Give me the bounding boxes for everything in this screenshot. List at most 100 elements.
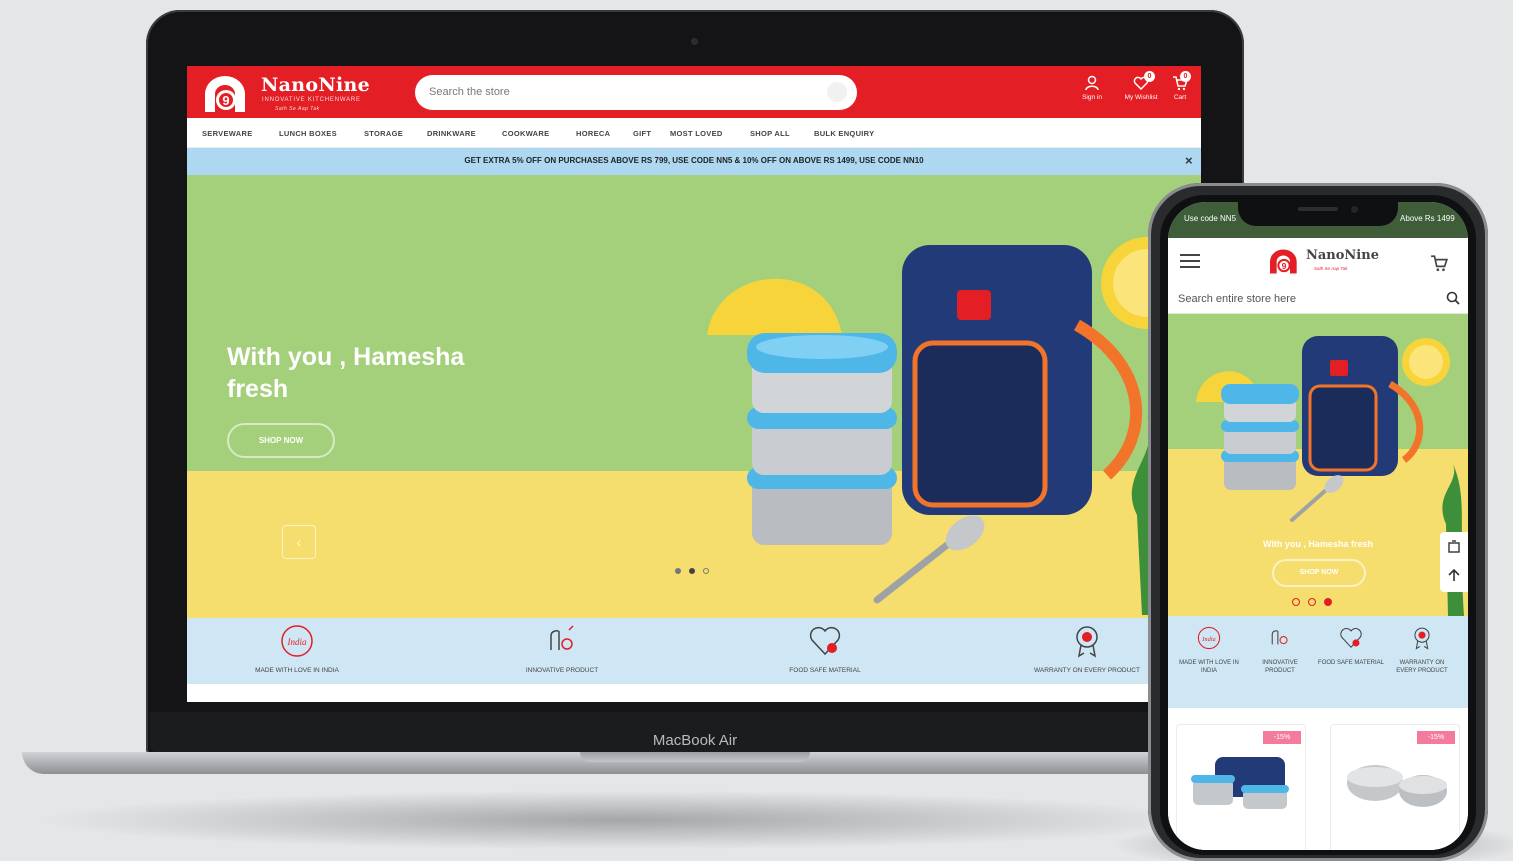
svg-text:9: 9 <box>222 93 229 108</box>
made-in-india-icon: India <box>1197 626 1221 650</box>
cart-count-badge: 0 <box>1180 71 1191 82</box>
phone-product-grid: -15% -15% <box>1168 708 1468 850</box>
phone-search-input[interactable]: Search entire store here <box>1168 282 1468 314</box>
innovative-product-icon <box>550 625 574 650</box>
phone-notch <box>1238 198 1398 226</box>
promo-banner: GET EXTRA 5% OFF ON PURCHASES ABOVE RS 7… <box>187 148 1201 175</box>
user-icon <box>1085 75 1099 91</box>
spoon <box>873 541 951 604</box>
nav-item-bulk-enquiry[interactable]: BULK ENQUIRY <box>814 129 874 138</box>
phone-status-right: Above Rs 1499 <box>1400 214 1455 223</box>
nav-item-shop-all[interactable]: SHOP ALL <box>750 129 790 138</box>
phone-logo-name[interactable]: NanoNine <box>1306 248 1379 263</box>
lemon-half <box>707 278 842 335</box>
phone-hero-shop-now-button[interactable]: SHOP NOW <box>1272 559 1366 587</box>
nav-item-drinkware[interactable]: DRINKWARE <box>427 129 476 138</box>
nav-item-cookware[interactable]: COOKWARE <box>502 129 549 138</box>
hero-title: With you , Hamesha fresh <box>227 343 465 403</box>
phone-header: 9 NanoNine Sath Se Aap Tak <box>1168 238 1468 282</box>
laptop-screen: 9 NanoNine INNOVATIVE KITCHENWARE Sath S… <box>187 66 1201 702</box>
page-bottom <box>187 684 1201 702</box>
wishlist-button[interactable]: My Wishlist <box>1121 75 1161 113</box>
hamburger-menu-icon[interactable] <box>1180 254 1200 272</box>
main-nav: SERVEWARE LUNCH BOXES STORAGE DRINKWARE … <box>187 118 1201 148</box>
svg-text:9: 9 <box>1282 261 1287 271</box>
laptop-base-notch <box>580 752 810 762</box>
laptop-camera <box>691 38 698 45</box>
nanonine-logo-icon[interactable]: 9 <box>1266 248 1302 275</box>
feature-item: FOOD SAFE MATERIAL <box>725 624 925 674</box>
wishlist-count-badge: 0 <box>1144 71 1155 82</box>
phone-screen: Use code NN5 Above Rs 1499 9 NanoNine Sa… <box>1168 202 1468 850</box>
cart-button[interactable]: Cart <box>1165 75 1195 113</box>
feature-label: MADE WITH LOVE IN INDIA <box>255 667 339 674</box>
warranty-badge-icon <box>1414 627 1430 650</box>
hero-slide-dot[interactable] <box>675 568 681 574</box>
hero-slide-dot[interactable] <box>703 568 709 574</box>
phone-hero-title: With you , Hamesha fresh <box>1263 539 1373 549</box>
phone-features-strip: India MADE WITH LOVE IN INDIA INNOVATIVE… <box>1168 616 1468 708</box>
cart-icon[interactable] <box>1430 254 1448 272</box>
innovative-product-icon <box>1271 630 1288 645</box>
laptop-brand-label: MacBook Air <box>652 732 738 749</box>
nav-item-most-loved[interactable]: MOST LOVED <box>670 129 723 138</box>
made-in-india-icon: India <box>281 625 313 657</box>
hero-banner: With you , Hamesha fresh SHOP NOW ‹ <box>187 175 1201 618</box>
site-header: 9 NanoNine INNOVATIVE KITCHENWARE Sath S… <box>187 66 1201 118</box>
nav-item-serveware[interactable]: SERVEWARE <box>202 129 253 138</box>
scroll-top-icon[interactable] <box>1447 568 1461 582</box>
promo-close-button[interactable]: × <box>1185 153 1193 168</box>
sign-in-button[interactable]: Sign in <box>1077 75 1107 113</box>
warranty-badge-icon <box>1076 626 1098 658</box>
phone-slide-dot[interactable] <box>1292 598 1300 606</box>
feature-label: INNOVATIVE PRODUCT <box>525 667 599 674</box>
hero-slide-dot-active[interactable] <box>689 568 695 574</box>
logo-name[interactable]: NanoNine <box>261 74 370 96</box>
phone-front-camera <box>1351 206 1358 213</box>
nav-item-storage[interactable]: STORAGE <box>364 129 403 138</box>
phone-status-left: Use code NN5 <box>1184 214 1237 223</box>
steel-containers <box>747 333 897 545</box>
feature-item: India MADE WITH LOVE IN INDIA <box>197 624 397 674</box>
food-safe-heart-icon <box>809 626 841 656</box>
feature-label: INNOVATIVE PRODUCT <box>1262 660 1298 674</box>
discount-badge: -15% <box>1263 731 1301 744</box>
feature-label: FOOD SAFE MATERIAL <box>789 667 861 674</box>
feature-item: FOOD SAFE MATERIAL <box>1318 626 1384 667</box>
food-safe-heart-icon <box>1340 628 1362 648</box>
feature-item: INNOVATIVE PRODUCT <box>462 624 662 674</box>
product-card[interactable]: -15% <box>1330 724 1460 850</box>
logo-slogan: Sath Se Aap Tak <box>275 106 320 112</box>
phone-logo-slogan: Sath Se Aap Tak <box>1314 266 1348 271</box>
search-icon[interactable] <box>1446 291 1460 305</box>
svg-text:India: India <box>1201 636 1215 643</box>
product-card[interactable]: -15% <box>1176 724 1306 850</box>
phone-search-placeholder: Search entire store here <box>1178 293 1297 305</box>
promo-text: GET EXTRA 5% OFF ON PURCHASES ABOVE RS 7… <box>464 156 924 165</box>
phone-hero-banner: With you , Hamesha fresh SHOP NOW <box>1168 314 1468 616</box>
feature-item: WARRANTY ON EVERY PRODUCT <box>1389 626 1455 675</box>
phone-speaker <box>1298 207 1338 211</box>
nanonine-logo-icon[interactable]: 9 <box>199 74 253 114</box>
phone-slide-dot-active[interactable] <box>1324 598 1332 606</box>
laptop-shadow <box>30 790 1210 850</box>
search-input[interactable]: Search the store <box>415 75 857 110</box>
product-image <box>1347 765 1447 807</box>
svg-text:India: India <box>287 637 307 647</box>
nav-item-gift[interactable]: GIFT <box>633 129 651 138</box>
features-strip: India MADE WITH LOVE IN INDIA INNOVATIVE… <box>187 618 1201 684</box>
nav-item-lunch-boxes[interactable]: LUNCH BOXES <box>279 129 337 138</box>
feature-label: FOOD SAFE MATERIAL <box>1318 660 1384 666</box>
feature-label: WARRANTY ON EVERY PRODUCT <box>1396 660 1448 674</box>
search-placeholder: Search the store <box>429 86 510 98</box>
nav-item-horeca[interactable]: HORECA <box>576 129 610 138</box>
feature-label: MADE WITH LOVE IN INDIA <box>1179 660 1239 674</box>
discount-badge: -15% <box>1417 731 1455 744</box>
hero-shop-now-button[interactable]: SHOP NOW <box>227 423 335 458</box>
wishlist-label: My Wishlist <box>1124 94 1158 101</box>
sign-in-label: Sign in <box>1082 94 1102 101</box>
search-button[interactable] <box>827 82 847 102</box>
phone-slide-dot[interactable] <box>1308 598 1316 606</box>
hero-prev-arrow[interactable]: ‹ <box>282 525 316 559</box>
feature-item: INNOVATIVE PRODUCT <box>1247 626 1313 675</box>
